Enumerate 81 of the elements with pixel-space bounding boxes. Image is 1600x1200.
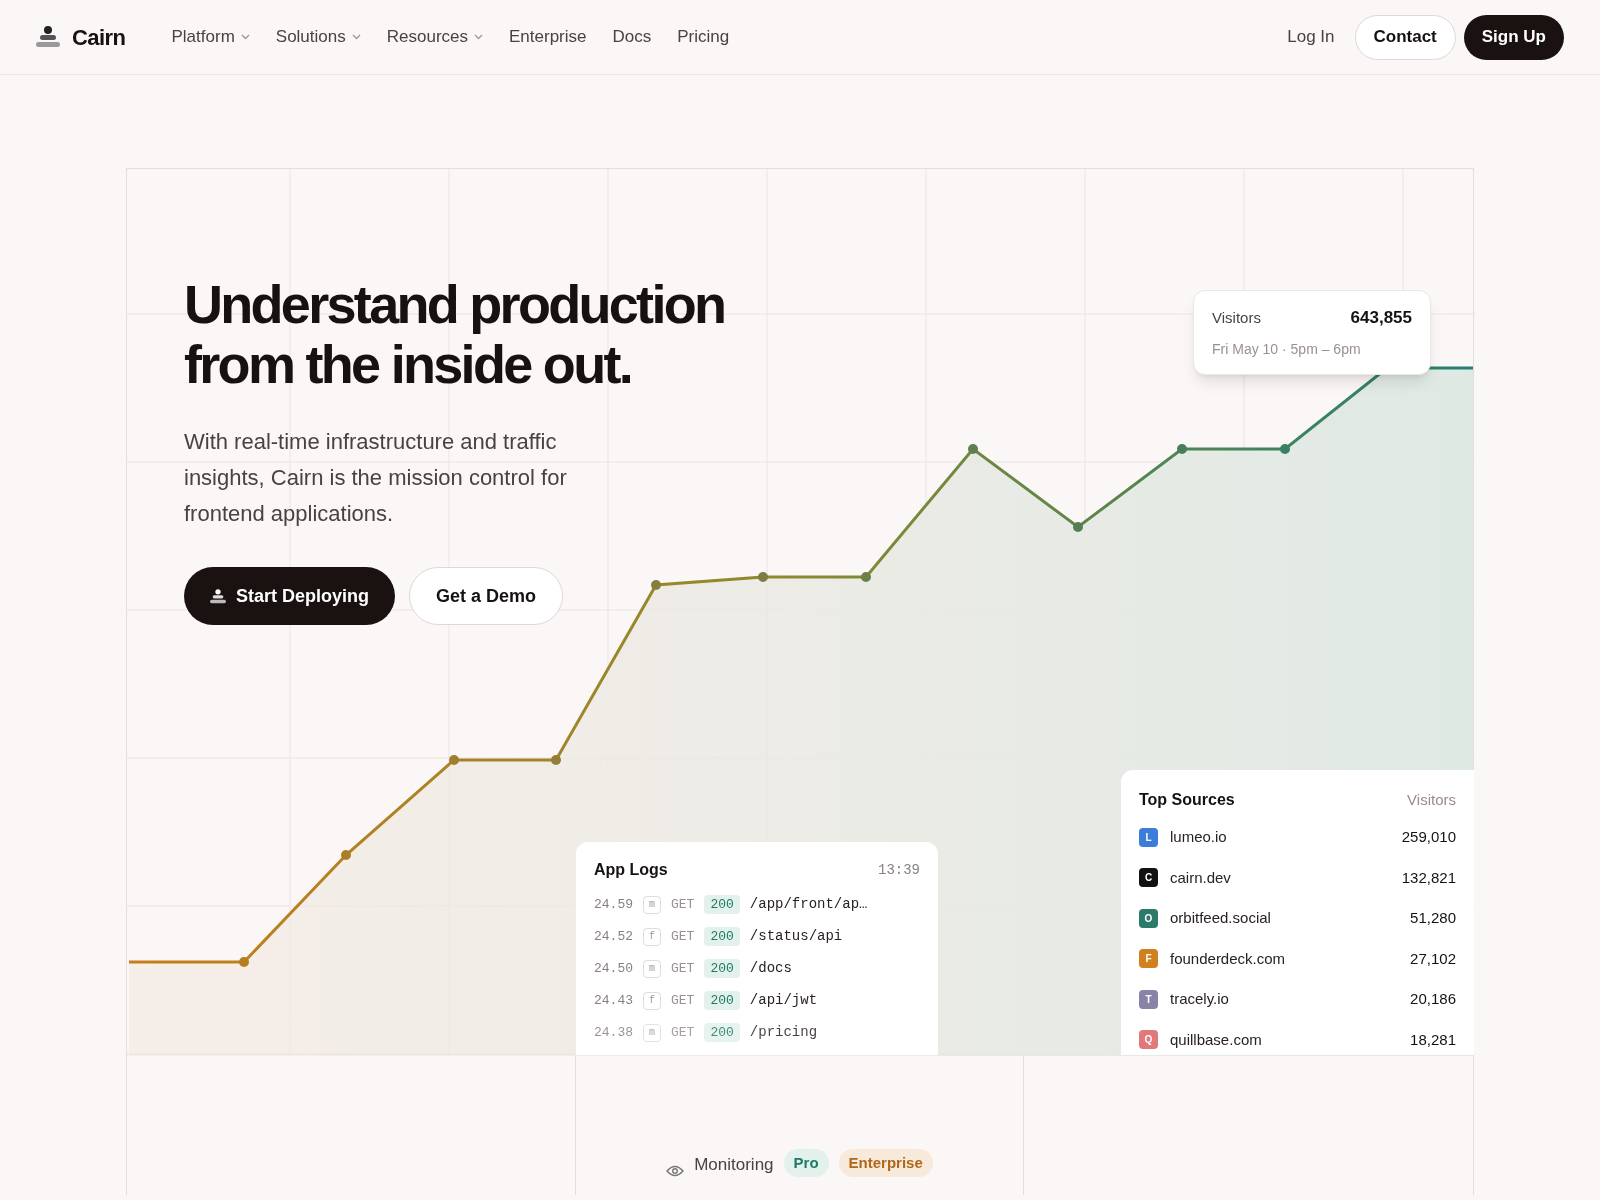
nav-link[interactable]: Enterprise bbox=[509, 24, 587, 50]
logo-text[interactable]: Cairn bbox=[72, 20, 126, 54]
tooltip-label: Visitors bbox=[1212, 307, 1261, 328]
source-avatar: Q bbox=[1139, 1030, 1158, 1050]
contact-button[interactable]: Contact bbox=[1354, 14, 1456, 60]
log-timestamp: 24.52 bbox=[594, 927, 633, 946]
plan-badge: Pro bbox=[783, 1148, 829, 1177]
start-deploying-button[interactable]: Start Deploying bbox=[184, 567, 395, 625]
nav-link[interactable]: Docs bbox=[612, 24, 652, 50]
status-badge: 200 bbox=[704, 1022, 740, 1043]
source-name: founderdeck.com bbox=[1170, 948, 1286, 969]
request-path: /app/front/ap… bbox=[749, 895, 868, 914]
tooltip-time: Fri May 10 · 5pm – 6pm bbox=[1212, 339, 1362, 359]
data-point bbox=[968, 444, 978, 454]
nav-link[interactable]: Solutions bbox=[275, 24, 361, 50]
nav-link[interactable]: Pricing bbox=[677, 24, 730, 50]
source-avatar: C bbox=[1139, 868, 1158, 888]
visitor-count: 20,186 bbox=[1410, 989, 1456, 1009]
data-point bbox=[651, 580, 661, 590]
nav-link[interactable]: Platform bbox=[171, 24, 250, 50]
get-demo-button[interactable]: Get a Demo bbox=[409, 567, 564, 625]
visitor-count: 27,102 bbox=[1410, 948, 1456, 969]
source-tag: f bbox=[643, 927, 661, 946]
hero-heading: Understand production from the inside out. bbox=[184, 274, 726, 394]
request-path: /status/api bbox=[749, 927, 843, 946]
card-title: Top Sources bbox=[1139, 790, 1235, 810]
source-name: orbitfeed.social bbox=[1170, 908, 1271, 928]
http-method: GET bbox=[671, 1023, 695, 1042]
source-name: tracely.io bbox=[1170, 989, 1229, 1009]
log-timestamp: 24.59 bbox=[594, 895, 633, 914]
visitor-count: 259,010 bbox=[1401, 827, 1456, 847]
http-method: GET bbox=[671, 991, 695, 1010]
source-avatar: O bbox=[1139, 908, 1158, 928]
log-timestamp: 24.50 bbox=[594, 959, 633, 978]
source-avatar: L bbox=[1139, 827, 1158, 847]
log-timestamp: 24.38 bbox=[594, 1023, 633, 1042]
source-avatar: F bbox=[1139, 949, 1158, 969]
status-badge: 200 bbox=[704, 990, 740, 1011]
request-path: /docs bbox=[749, 959, 792, 978]
http-method: GET bbox=[671, 927, 695, 946]
status-badge: 200 bbox=[704, 926, 740, 947]
log-time: 13:39 bbox=[878, 860, 920, 880]
tooltip-value: 643,855 bbox=[1350, 307, 1412, 329]
visitor-count: 132,821 bbox=[1401, 867, 1456, 888]
signup-button[interactable]: Sign Up bbox=[1463, 14, 1564, 60]
card-title: App Logs bbox=[594, 860, 668, 880]
log-timestamp: 24.43 bbox=[594, 991, 633, 1010]
plan-badge: Enterprise bbox=[838, 1148, 933, 1177]
logo-icon bbox=[210, 588, 226, 604]
data-point bbox=[239, 957, 249, 967]
status-badge: 200 bbox=[704, 958, 740, 979]
source-tag: m bbox=[643, 895, 661, 914]
data-point bbox=[1073, 522, 1083, 532]
hero-description: With real-time infrastructure and traffic insights, Cairn is the mission control for frontend applications. bbox=[184, 428, 568, 528]
source-avatar: T bbox=[1139, 989, 1158, 1009]
source-tag: m bbox=[643, 1023, 661, 1042]
logo-icon bbox=[36, 26, 60, 48]
visitor-count: 51,280 bbox=[1410, 908, 1456, 928]
nav-link[interactable]: Resources bbox=[386, 24, 483, 50]
column-header: Visitors bbox=[1407, 789, 1456, 810]
http-method: GET bbox=[671, 895, 695, 914]
feature-label: Monitoring bbox=[694, 1153, 774, 1176]
eye-icon bbox=[666, 1165, 685, 1177]
source-name: cairn.dev bbox=[1170, 867, 1231, 888]
source-tag: m bbox=[643, 959, 661, 978]
request-path: /api/jwt bbox=[749, 991, 818, 1010]
request-path: /pricing bbox=[749, 1023, 818, 1042]
data-point bbox=[341, 850, 351, 860]
http-method: GET bbox=[671, 959, 695, 978]
source-name: quillbase.com bbox=[1170, 1029, 1262, 1050]
data-point bbox=[551, 755, 561, 765]
data-point bbox=[1280, 444, 1290, 454]
data-point bbox=[449, 755, 459, 765]
data-point bbox=[861, 572, 871, 582]
visitor-count: 18,281 bbox=[1410, 1029, 1456, 1050]
source-name: lumeo.io bbox=[1170, 827, 1227, 847]
data-point bbox=[758, 572, 768, 582]
data-point bbox=[1177, 444, 1187, 454]
login-link[interactable]: Log In bbox=[1287, 24, 1335, 50]
source-tag: f bbox=[643, 991, 661, 1010]
status-badge: 200 bbox=[704, 894, 740, 915]
